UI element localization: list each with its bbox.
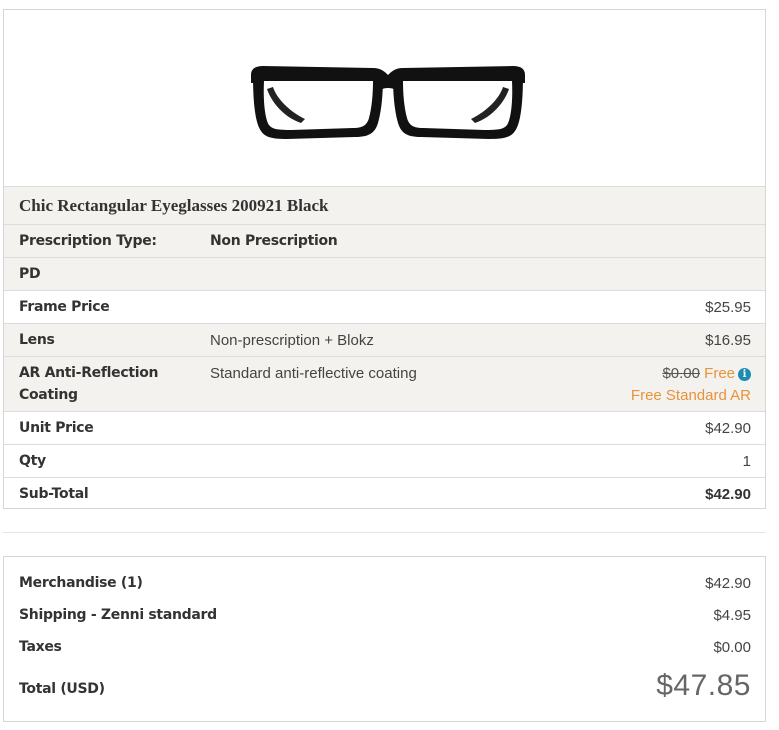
lens-row: Lens Non-prescription + Blokz $16.95 xyxy=(4,323,765,356)
lens-label: Lens xyxy=(19,332,55,348)
ar-coating-label-line1: AR Anti-Reflection xyxy=(19,365,159,381)
order-item-card: Chic Rectangular Eyeglasses 200921 Black… xyxy=(3,9,766,509)
ar-coating-label-line2: Coating xyxy=(19,387,78,403)
qty-value: 1 xyxy=(742,453,751,470)
unit-price-row: Unit Price $42.90 xyxy=(4,411,765,444)
unit-price-label: Unit Price xyxy=(19,420,94,436)
frame-price-label: Frame Price xyxy=(19,299,110,315)
ar-coating-price: $0.00 Free i Free Standard AR xyxy=(631,363,751,407)
ar-coating-old-price: $0.00 xyxy=(662,365,700,382)
ar-coating-label: AR Anti-Reflection Coating xyxy=(19,362,159,406)
prescription-type-value: Non Prescription xyxy=(210,233,338,249)
ar-coating-detail: Standard anti-reflective coating xyxy=(210,365,417,382)
section-divider xyxy=(3,532,766,533)
qty-label: Qty xyxy=(19,453,46,469)
unit-price-value: $42.90 xyxy=(705,420,751,437)
taxes-label: Taxes xyxy=(19,639,62,655)
merchandise-amount: $42.90 xyxy=(705,575,751,592)
frame-price-row: Frame Price $25.95 xyxy=(4,290,765,323)
total-label: Total (USD) xyxy=(19,681,105,697)
product-image-area xyxy=(4,10,765,186)
order-summary: Merchandise (1) $42.90 Shipping - Zenni … xyxy=(3,556,766,722)
info-icon[interactable]: i xyxy=(738,368,751,381)
subtotal-value: $42.90 xyxy=(705,486,751,503)
lens-detail: Non-prescription + Blokz xyxy=(210,332,374,349)
ar-coating-free-label: Free xyxy=(704,365,735,382)
subtotal-row: Sub-Total $42.90 xyxy=(4,477,765,510)
frame-price-value: $25.95 xyxy=(705,299,751,316)
lens-price: $16.95 xyxy=(705,332,751,349)
pd-label: PD xyxy=(19,266,41,282)
qty-row: Qty 1 xyxy=(4,444,765,477)
prescription-type-label: Prescription Type: xyxy=(19,233,157,249)
eyeglasses-image[interactable] xyxy=(247,61,529,145)
pd-row: PD xyxy=(4,257,765,290)
ar-coating-note: Free Standard AR xyxy=(630,387,751,404)
subtotal-label: Sub-Total xyxy=(19,486,89,502)
prescription-type-row: Prescription Type: Non Prescription xyxy=(4,224,765,257)
total-amount: $47.85 xyxy=(656,669,751,702)
product-title[interactable]: Chic Rectangular Eyeglasses 200921 Black xyxy=(19,196,328,216)
shipping-label: Shipping - Zenni standard xyxy=(19,607,217,623)
ar-coating-row: AR Anti-Reflection Coating Standard anti… xyxy=(4,356,765,411)
summary-bottom-border xyxy=(3,721,766,722)
shipping-amount: $4.95 xyxy=(713,607,751,624)
product-title-row: Chic Rectangular Eyeglasses 200921 Black xyxy=(4,186,765,224)
taxes-amount: $0.00 xyxy=(713,639,751,656)
merchandise-label: Merchandise (1) xyxy=(19,575,143,591)
